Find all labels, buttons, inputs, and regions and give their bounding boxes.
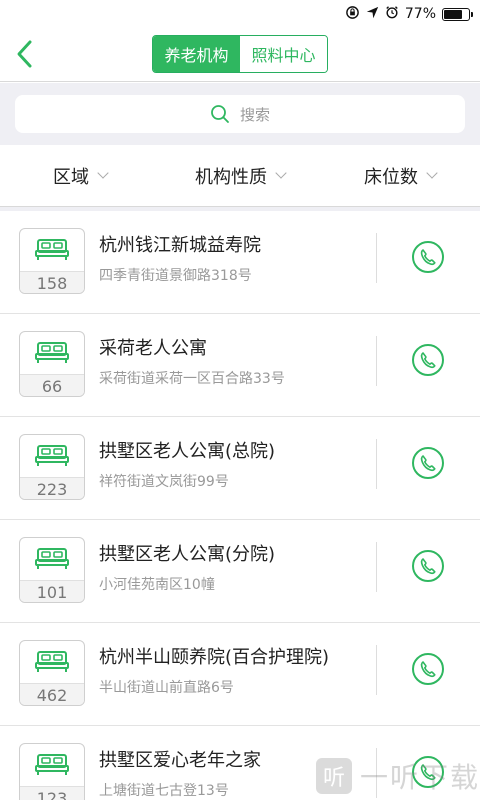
bed-count-card: 101 <box>19 537 85 603</box>
facility-address: 半山街道山前直路6号 <box>99 680 234 696</box>
bed-count-card: 123 <box>19 743 85 800</box>
facility-name: 拱墅区老人公寓(总院) <box>99 441 276 462</box>
phone-icon <box>411 343 445 381</box>
filter-institution-type[interactable]: 机构性质 <box>160 145 320 206</box>
bed-icon <box>20 744 84 786</box>
search-area: 搜索 <box>0 83 480 145</box>
facility-address: 小河佳苑南区10幢 <box>99 577 215 593</box>
chevron-left-icon <box>17 40 32 68</box>
status-bar: 77% <box>0 0 480 28</box>
filter-bed-count-label: 床位数 <box>364 166 418 188</box>
bed-count-card: 462 <box>19 640 85 706</box>
battery-icon <box>442 7 473 21</box>
bed-count-card: 66 <box>19 331 85 397</box>
phone-call-button[interactable] <box>410 241 446 277</box>
bed-count-card: 223 <box>19 434 85 500</box>
facility-name: 拱墅区爱心老年之家 <box>99 750 261 771</box>
phone-icon <box>411 446 445 484</box>
vertical-divider <box>376 645 377 695</box>
phone-icon <box>411 652 445 690</box>
bed-icon <box>20 435 84 477</box>
tab-nursing-institution[interactable]: 养老机构 <box>153 36 240 72</box>
facility-address: 采荷街道采荷一区百合路33号 <box>99 371 285 387</box>
bed-count: 123 <box>20 786 84 800</box>
phone-call-button[interactable] <box>410 653 446 689</box>
bed-icon <box>20 229 84 271</box>
facility-list: 158 杭州钱江新城益寿院四季青街道景御路318号 66 采荷老人公寓采荷街道采荷一区… <box>0 211 480 800</box>
chevron-down-icon <box>97 167 109 179</box>
search-icon <box>211 105 229 123</box>
nav-bar: 养老机构 照料中心 <box>0 28 480 82</box>
alarm-icon <box>385 5 399 23</box>
list-item[interactable]: 462 杭州半山颐养院(百合护理院) 半山街道山前直路6号 <box>0 623 480 726</box>
vertical-divider <box>376 542 377 592</box>
facility-name: 采荷老人公寓 <box>99 338 207 359</box>
filter-bar: 区域 机构性质 床位数 <box>0 145 480 207</box>
list-item[interactable]: 223 拱墅区老人公寓(总院) 祥符街道文岚街99号 <box>0 417 480 520</box>
bed-count-card: 158 <box>19 228 85 294</box>
filter-region[interactable]: 区域 <box>0 145 160 206</box>
vertical-divider <box>376 233 377 283</box>
back-button[interactable] <box>8 37 42 71</box>
phone-icon <box>411 549 445 587</box>
bed-icon <box>20 538 84 580</box>
phone-call-button[interactable] <box>410 447 446 483</box>
chevron-down-icon <box>426 167 438 179</box>
vertical-divider <box>376 336 377 386</box>
filter-region-label: 区域 <box>53 166 89 188</box>
vertical-divider <box>376 439 377 489</box>
bed-count: 66 <box>20 374 84 396</box>
list-item[interactable]: 123 拱墅区爱心老年之家上塘街道七古登13号 <box>0 726 480 800</box>
filter-institution-type-label: 机构性质 <box>195 166 267 188</box>
facility-name: 杭州半山颐养院(百合护理院) <box>99 647 330 668</box>
bed-icon <box>20 641 84 683</box>
list-item[interactable]: 158 杭州钱江新城益寿院四季青街道景御路318号 <box>0 211 480 314</box>
list-item[interactable]: 66 采荷老人公寓采荷街道采荷一区百合路33号 <box>0 314 480 417</box>
facility-name: 杭州钱江新城益寿院 <box>99 235 261 256</box>
chevron-down-icon <box>275 167 287 179</box>
rotation-lock-icon <box>345 5 360 24</box>
facility-name: 拱墅区老人公寓(分院) <box>99 544 276 565</box>
location-arrow-icon <box>366 6 379 23</box>
search-input[interactable]: 搜索 <box>15 95 465 133</box>
bed-count: 158 <box>20 271 84 293</box>
battery-fill <box>444 9 463 19</box>
facility-address: 上塘街道七古登13号 <box>99 783 229 799</box>
list-item[interactable]: 101 拱墅区老人公寓(分院) 小河佳苑南区10幢 <box>0 520 480 623</box>
facility-address: 四季青街道景御路318号 <box>99 268 252 284</box>
bed-count: 223 <box>20 477 84 499</box>
battery-percent: 77% <box>404 6 436 22</box>
segmented-control: 养老机构 照料中心 <box>152 35 328 73</box>
facility-address: 祥符街道文岚街99号 <box>99 474 229 490</box>
tab-care-center[interactable]: 照料中心 <box>240 36 327 72</box>
phone-icon <box>411 755 445 793</box>
bed-count: 462 <box>20 683 84 705</box>
phone-call-button[interactable] <box>410 550 446 586</box>
filter-bed-count[interactable]: 床位数 <box>320 145 480 206</box>
bed-count: 101 <box>20 580 84 602</box>
search-placeholder: 搜索 <box>239 105 270 124</box>
phone-call-button[interactable] <box>410 344 446 380</box>
phone-call-button[interactable] <box>410 756 446 792</box>
bed-icon <box>20 332 84 374</box>
phone-icon <box>411 240 445 278</box>
vertical-divider <box>376 748 377 798</box>
